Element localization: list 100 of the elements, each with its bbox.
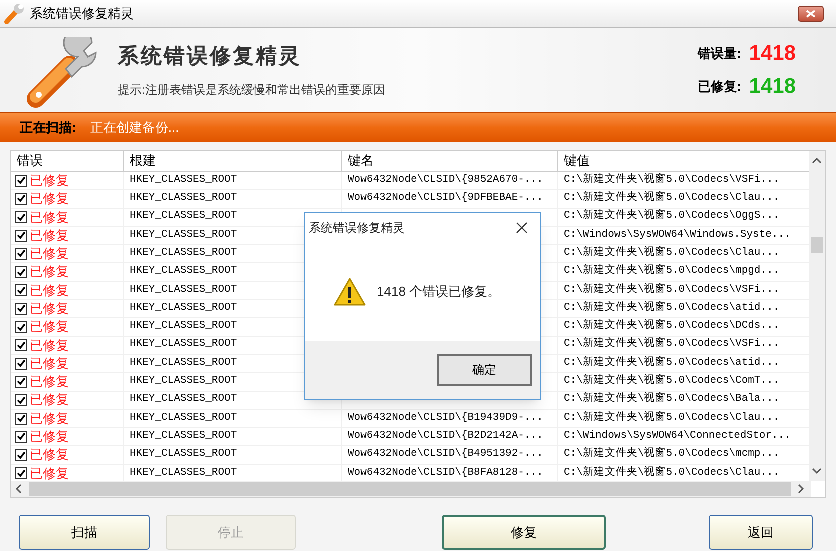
checkbox[interactable]	[15, 376, 27, 388]
table-cell-text: C:\新建文件夹\视窗5.0\Codecs\Clau...	[564, 246, 780, 261]
dialog-message: 1418 个错误已修复。	[377, 283, 501, 302]
checkbox[interactable]	[15, 412, 27, 424]
wrench-icon	[4, 2, 26, 24]
close-icon	[806, 10, 816, 18]
scroll-thumb[interactable]	[811, 237, 823, 253]
table-cell-text: HKEY_CLASSES_ROOT	[130, 300, 238, 316]
horizontal-scrollbar[interactable]	[11, 481, 811, 497]
status-text: 已修复	[30, 446, 69, 464]
checkbox[interactable]	[15, 339, 27, 352]
checkbox[interactable]	[15, 266, 27, 278]
stat-label: 错误量:	[698, 44, 742, 62]
table-cell-text: HKEY_CLASSES_ROOT	[130, 410, 238, 426]
scroll-thumb[interactable]	[29, 482, 791, 496]
stat-value: 1418	[749, 40, 796, 66]
table-cell-text: HKEY_CLASSES_ROOT	[130, 228, 238, 243]
table-cell: C:\新建文件夹\视窗5.0\Codecs\Clau...	[564, 466, 780, 481]
column-header[interactable]: 错误	[11, 151, 123, 171]
window-title: 系统错误修复精灵	[30, 4, 134, 23]
checkbox[interactable]	[15, 430, 27, 443]
column-header[interactable]: 根建	[123, 151, 341, 171]
table-cell-text: C:\新建文件夹\视窗5.0\Codecs\mpgd...	[564, 264, 780, 280]
table-cell-text: C:\新建文件夹\视窗5.0\Codecs\VSFi...	[564, 282, 780, 298]
status-text: 已修复	[30, 282, 69, 300]
table-cell-text: C:\新建文件夹\视窗5.0\Codecs\atid...	[564, 356, 780, 371]
status-text: 已修复	[30, 410, 69, 428]
table-cell-text: HKEY_CLASSES_ROOT	[130, 264, 238, 280]
table-cell-text: HKEY_CLASSES_ROOT	[130, 191, 238, 206]
status-label: 正在扫描:	[20, 118, 76, 137]
status-text: 已修复	[30, 190, 69, 208]
table-cell-text: C:\新建文件夹\视窗5.0\Codecs\VSFi...	[564, 172, 780, 188]
status-text: 已修复	[30, 464, 69, 481]
checkbox[interactable]	[15, 394, 27, 406]
status-text: 已修复	[30, 336, 69, 355]
status-text: 已修复	[30, 172, 69, 190]
column-header[interactable]: 键名	[341, 151, 557, 171]
warning-icon	[333, 277, 367, 307]
app-title: 系统错误修复精灵	[118, 44, 303, 70]
table-cell-text: Wow6432Node\CLSID\{B2D2142A-...	[348, 428, 544, 444]
vertical-scrollbar[interactable]	[809, 151, 825, 481]
table-cell-text: HKEY_CLASSES_ROOT	[130, 172, 238, 188]
table-cell-text: HKEY_CLASSES_ROOT	[130, 447, 238, 462]
table-cell: HKEY_CLASSES_ROOT	[130, 466, 238, 481]
checkbox[interactable]	[15, 284, 27, 296]
table-cell-text: Wow6432Node\CLSID\{B4951392-...	[348, 447, 544, 462]
table-cell-text: C:\新建文件夹\视窗5.0\Codecs\DCds...	[564, 319, 780, 334]
dialog-title: 系统错误修复精灵	[309, 220, 405, 237]
action-button[interactable]: 扫描	[19, 515, 150, 550]
table-cell-text: Wow6432Node\CLSID\{9DFBEBAE-...	[348, 191, 544, 206]
checkbox[interactable]	[15, 449, 27, 462]
checkbox[interactable]	[15, 174, 27, 187]
table-cell-text: C:\新建文件夹\视窗5.0\Codecs\OggS...	[564, 209, 780, 224]
checkbox[interactable]	[15, 230, 27, 242]
ok-button[interactable]: 确定	[437, 354, 532, 386]
table-cell-text: HKEY_CLASSES_ROOT	[130, 246, 238, 261]
status-text: 已修复	[30, 300, 69, 318]
checkbox[interactable]	[15, 302, 27, 315]
table-cell-text: C:\新建文件夹\视窗5.0\Codecs\Clau...	[564, 191, 780, 206]
checkbox[interactable]	[15, 211, 27, 224]
status-text: 已修复	[30, 263, 69, 282]
status-text: 已修复	[30, 354, 69, 373]
checkbox[interactable]	[15, 248, 27, 260]
status-text: 已修复	[30, 373, 69, 392]
table-cell-text: HKEY_CLASSES_ROOT	[130, 319, 238, 334]
table-cell-text: HKEY_CLASSES_ROOT	[130, 356, 238, 371]
status-text: 已修复	[30, 226, 69, 245]
status-text: 已修复	[30, 208, 69, 226]
action-button[interactable]: 返回	[709, 515, 813, 550]
checkbox[interactable]	[15, 358, 27, 370]
table-cell-text: C:\新建文件夹\视窗5.0\Codecs\atid...	[564, 300, 780, 316]
table-cell-text: C:\新建文件夹\视窗5.0\Codecs\mcmp...	[564, 447, 780, 462]
status-text: 已修复	[30, 428, 69, 446]
close-icon[interactable]	[516, 222, 528, 234]
status-text: 正在创建备份...	[90, 118, 180, 137]
table-cell-text: C:\新建文件夹\视窗5.0\Codecs\VSFi...	[564, 337, 780, 352]
table-cell-text: HKEY_CLASSES_ROOT	[130, 282, 238, 298]
status-text: 已修复	[30, 245, 69, 264]
table-cell-text: C:\Windows\SysWOW64\ConnectedStor...	[564, 428, 791, 444]
status-text: 已修复	[30, 318, 69, 336]
action-button[interactable]: 修复	[442, 515, 606, 550]
table-cell-text: Wow6432Node\CLSID\{9852A670-...	[348, 172, 544, 188]
table-cell-text: C:\新建文件夹\视窗5.0\Codecs\ComT...	[564, 374, 780, 390]
hint-text: 提示:注册表错误是系统缓慢和常出错误的重要原因	[118, 82, 386, 99]
stat-label: 已修复:	[698, 78, 742, 96]
table-cell: Wow6432Node\CLSID\{B8FA8128-...	[348, 466, 544, 481]
table-cell-text: HKEY_CLASSES_ROOT	[130, 209, 238, 224]
table-cell-text: HKEY_CLASSES_ROOT	[130, 337, 238, 352]
stat-value: 1418	[749, 74, 796, 100]
status-text: 已修复	[30, 391, 69, 410]
table-cell-text: C:\新建文件夹\视窗5.0\Codecs\Clau...	[564, 410, 780, 426]
checkbox[interactable]	[15, 467, 27, 480]
checkbox[interactable]	[15, 321, 27, 334]
table-cell-text: C:\Windows\SysWOW64\Windows.Syste...	[564, 228, 791, 243]
close-button[interactable]	[798, 6, 824, 22]
checkbox[interactable]	[15, 192, 27, 205]
table-cell-text: HKEY_CLASSES_ROOT	[130, 374, 238, 390]
table-cell-text: HKEY_CLASSES_ROOT	[130, 428, 238, 444]
table-cell-text: HKEY_CLASSES_ROOT	[130, 392, 238, 408]
table-cell-text: Wow6432Node\CLSID\{B19439D9-...	[348, 410, 544, 426]
